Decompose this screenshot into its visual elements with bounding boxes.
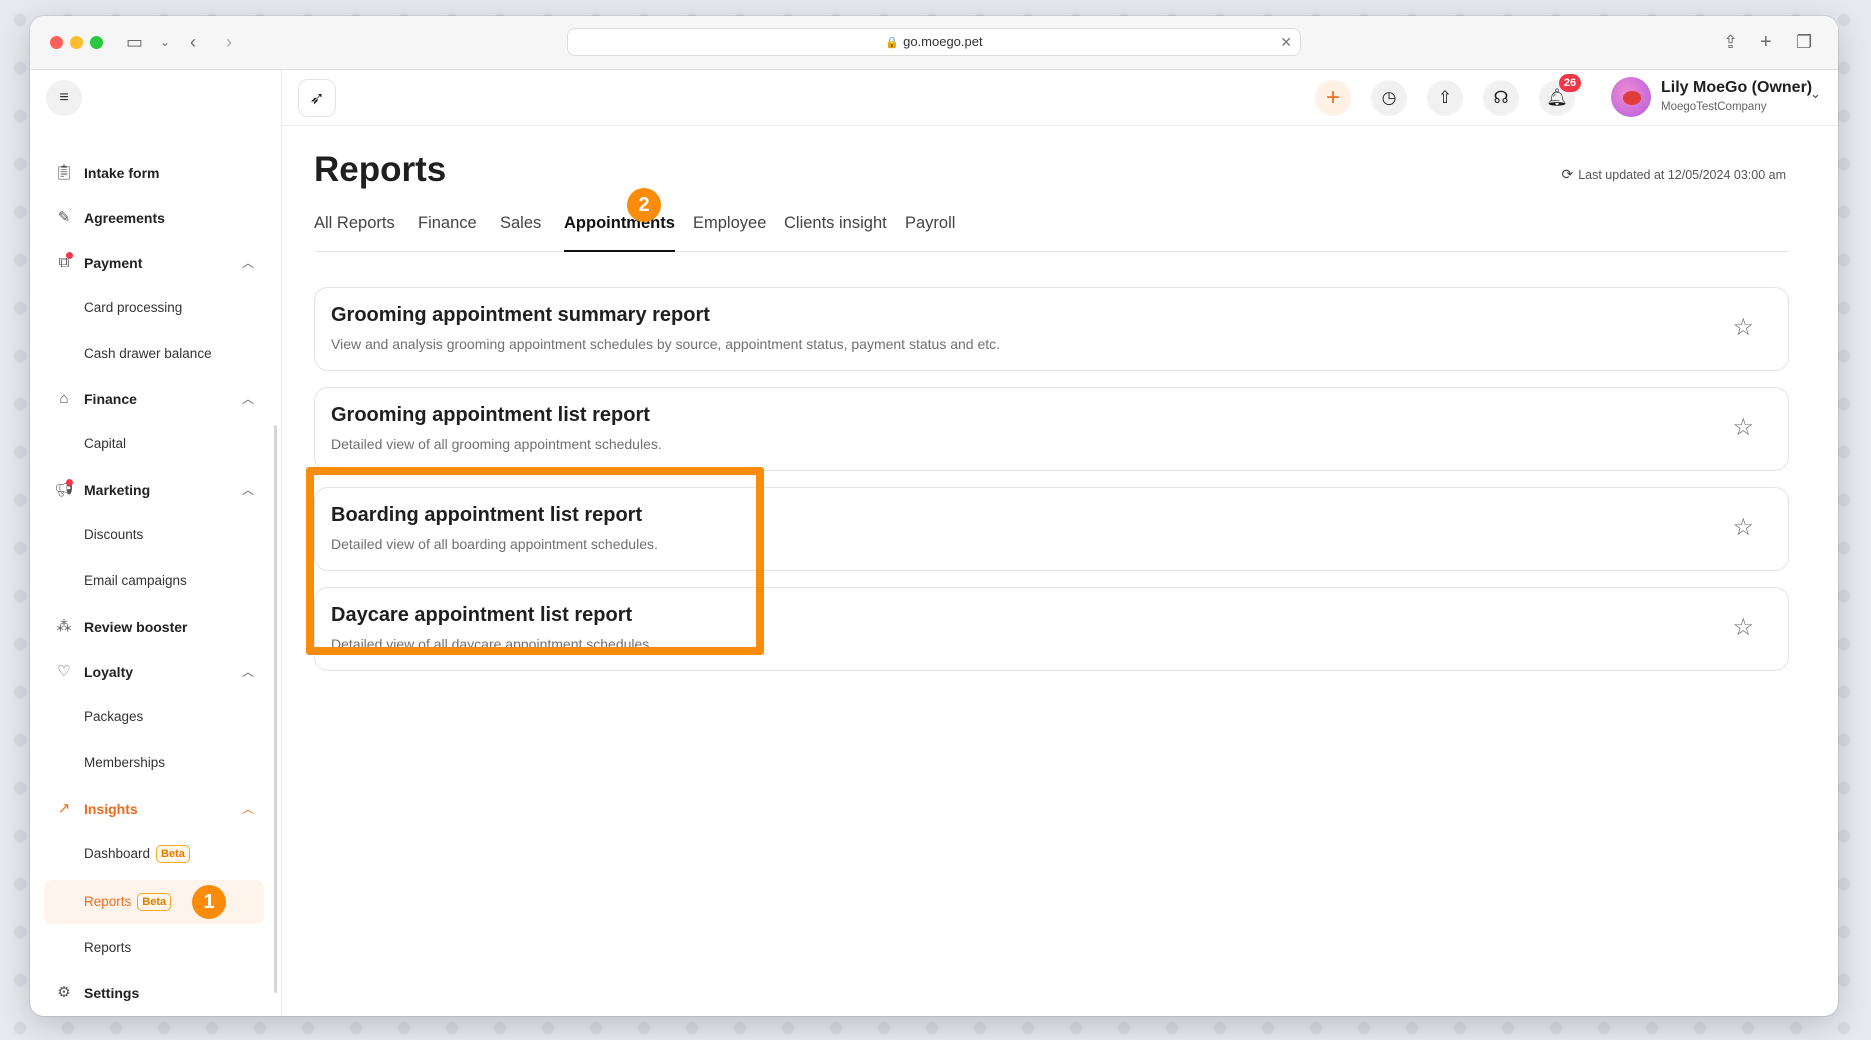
star-icon[interactable]: ☆ — [1732, 614, 1754, 642]
tab-sales[interactable]: Sales — [500, 208, 541, 252]
headset-icon[interactable]: ☊ — [1483, 80, 1519, 116]
forward-icon[interactable]: › — [226, 30, 232, 54]
sidebar-item-loyalty[interactable]: ♡ Loyalty ︿ — [44, 652, 264, 692]
sidebar-item-finance[interactable]: ⌂ Finance ︿ — [44, 379, 264, 419]
report-description: View and analysis grooming appointment s… — [331, 336, 1001, 352]
sidebar-item-intake-form[interactable]: 📋︎ Intake form — [44, 153, 264, 193]
report-card[interactable]: Grooming appointment list report Detaile… — [314, 387, 1789, 471]
tab-finance[interactable]: Finance — [418, 208, 477, 252]
report-card[interactable]: Grooming appointment summary report View… — [314, 287, 1789, 371]
payment-icon: ⧉ — [58, 254, 70, 271]
company-name: MoegoTestCompany — [1661, 101, 1767, 113]
chevron-up-icon[interactable]: ︿ — [242, 470, 254, 510]
tab-all-reports[interactable]: All Reports — [314, 208, 395, 252]
sidebar-item-payment[interactable]: ⧉ Payment ︿ — [44, 243, 264, 283]
refresh-icon[interactable]: ⟳ — [1561, 166, 1573, 182]
user-name[interactable]: Lily MoeGo (Owner) — [1661, 79, 1812, 97]
last-updated: ⟳ Last updated at 12/05/2024 03:00 am — [1561, 166, 1786, 183]
chevron-down-icon[interactable]: ⌄ — [1810, 86, 1821, 102]
report-description: Detailed view of all grooming appointmen… — [331, 436, 662, 452]
sidebar: ≡ 📋︎ Intake form ✎ Agreements ⧉ Payment … — [30, 70, 282, 1016]
star-icon[interactable]: ☆ — [1732, 514, 1754, 542]
browser-toolbar: ▭ ⌄ ‹ › 🔒 go.moego.pet ✕ ⇪ + ❐ — [30, 16, 1838, 70]
gear-icon: ⚙ — [57, 984, 71, 1001]
back-icon[interactable]: ‹ — [190, 30, 196, 54]
step-marker-1: 1 — [192, 885, 226, 919]
sidebar-item-insights[interactable]: ↗ Insights ︿ — [44, 789, 264, 829]
bank-icon: ⌂ — [59, 390, 69, 407]
report-title[interactable]: Grooming appointment summary report — [331, 304, 710, 327]
app-header: ➶ + ◷ ⇧ ☊ 🔔︎ 26 Lily MoeGo (Owner) Moego… — [282, 70, 1838, 126]
chevron-up-icon[interactable]: ︿ — [242, 789, 254, 829]
sidebar-item-email-campaigns[interactable]: Email campaigns — [44, 561, 264, 601]
tab-clients-insight[interactable]: Clients insight — [784, 208, 887, 252]
sidebar-scrollbar[interactable] — [274, 425, 277, 993]
beta-badge: Beta — [156, 845, 190, 864]
address-bar[interactable]: 🔒 go.moego.pet ✕ — [567, 28, 1301, 56]
sidebar-toggle-icon[interactable]: ▭ — [126, 30, 143, 54]
report-title[interactable]: Grooming appointment list report — [331, 404, 650, 427]
tab-overview-icon[interactable]: ❐ — [1796, 30, 1812, 54]
app-container: ≡ 📋︎ Intake form ✎ Agreements ⧉ Payment … — [30, 70, 1838, 1016]
moego-logo-icon[interactable]: ➶ — [298, 79, 336, 117]
url-text: go.moego.pet — [903, 34, 983, 49]
sidebar-item-settings[interactable]: ⚙ Settings — [44, 973, 264, 1013]
add-icon[interactable]: + — [1315, 80, 1351, 116]
dashboard-label: Dashboard — [84, 846, 151, 861]
chart-line-icon: ↗ — [57, 800, 71, 817]
notification-dot — [66, 252, 73, 259]
sidebar-item-capital[interactable]: Capital — [44, 424, 264, 464]
notification-dot — [66, 479, 73, 486]
sidebar-item-packages[interactable]: Packages — [44, 697, 264, 737]
star-icon[interactable]: ☆ — [1732, 314, 1754, 342]
tab-payroll[interactable]: Payroll — [905, 208, 955, 252]
chevron-down-icon[interactable]: ⌄ — [160, 30, 170, 54]
report-tabs: All Reports Finance Sales Appointments E… — [314, 208, 1789, 252]
sidebar-item-discounts[interactable]: Discounts — [44, 515, 264, 555]
zoom-window-button[interactable] — [90, 36, 103, 49]
chevron-up-icon[interactable]: ︿ — [242, 652, 254, 692]
megaphone-icon: 📢︎ — [54, 481, 74, 498]
sidebar-item-reports[interactable]: Reports — [44, 928, 264, 968]
close-window-button[interactable] — [50, 36, 63, 49]
sidebar-item-reports-beta[interactable]: Reports Beta — [44, 880, 264, 924]
heart-icon: ♡ — [57, 663, 71, 680]
minimize-window-button[interactable] — [70, 36, 83, 49]
last-updated-text: Last updated at 12/05/2024 03:00 am — [1578, 168, 1786, 182]
bell-icon[interactable]: 🔔︎ 26 — [1539, 74, 1581, 116]
lock-icon: 🔒 — [885, 37, 900, 49]
clipboard-icon: 📋︎ — [54, 164, 74, 181]
reports-beta-label: Reports — [84, 894, 132, 909]
share-icon[interactable]: ⇪ — [1723, 30, 1738, 54]
sidebar-item-memberships[interactable]: Memberships — [44, 743, 264, 783]
chevron-up-icon[interactable]: ︿ — [242, 379, 254, 419]
clock-icon[interactable]: ◷ — [1371, 80, 1407, 116]
beta-badge: Beta — [137, 893, 172, 912]
tab-appointments[interactable]: Appointments — [564, 208, 675, 252]
menu-icon[interactable]: ≡ — [46, 80, 82, 116]
review-icon: ⁂ — [56, 618, 72, 635]
step-marker-2: 2 — [627, 188, 661, 222]
page-title: Reports — [314, 150, 447, 189]
chevron-up-icon[interactable]: ︿ — [242, 243, 254, 283]
sidebar-item-dashboard[interactable]: Dashboard Beta — [44, 834, 264, 874]
sidebar-item-marketing[interactable]: 📢︎ Marketing ︿ — [44, 470, 264, 510]
sidebar-item-card-processing[interactable]: Card processing — [44, 288, 264, 328]
tab-employee[interactable]: Employee — [693, 208, 766, 252]
sidebar-item-cash-drawer-balance[interactable]: Cash drawer balance — [44, 334, 264, 374]
sidebar-item-agreements[interactable]: ✎ Agreements — [44, 198, 264, 238]
star-icon[interactable]: ☆ — [1732, 414, 1754, 442]
upload-icon[interactable]: ⇧ — [1427, 80, 1463, 116]
avatar[interactable] — [1611, 77, 1651, 117]
new-tab-icon[interactable]: + — [1760, 30, 1772, 54]
annotation-highlight-box — [306, 467, 764, 655]
pen-icon: ✎ — [57, 209, 71, 226]
sidebar-item-review-booster[interactable]: ⁂ Review booster — [44, 607, 264, 647]
clear-url-icon[interactable]: ✕ — [1280, 29, 1292, 55]
notification-count-badge: 26 — [1559, 74, 1581, 92]
browser-window: ▭ ⌄ ‹ › 🔒 go.moego.pet ✕ ⇪ + ❐ ≡ 📋︎ Intak… — [30, 16, 1838, 1016]
